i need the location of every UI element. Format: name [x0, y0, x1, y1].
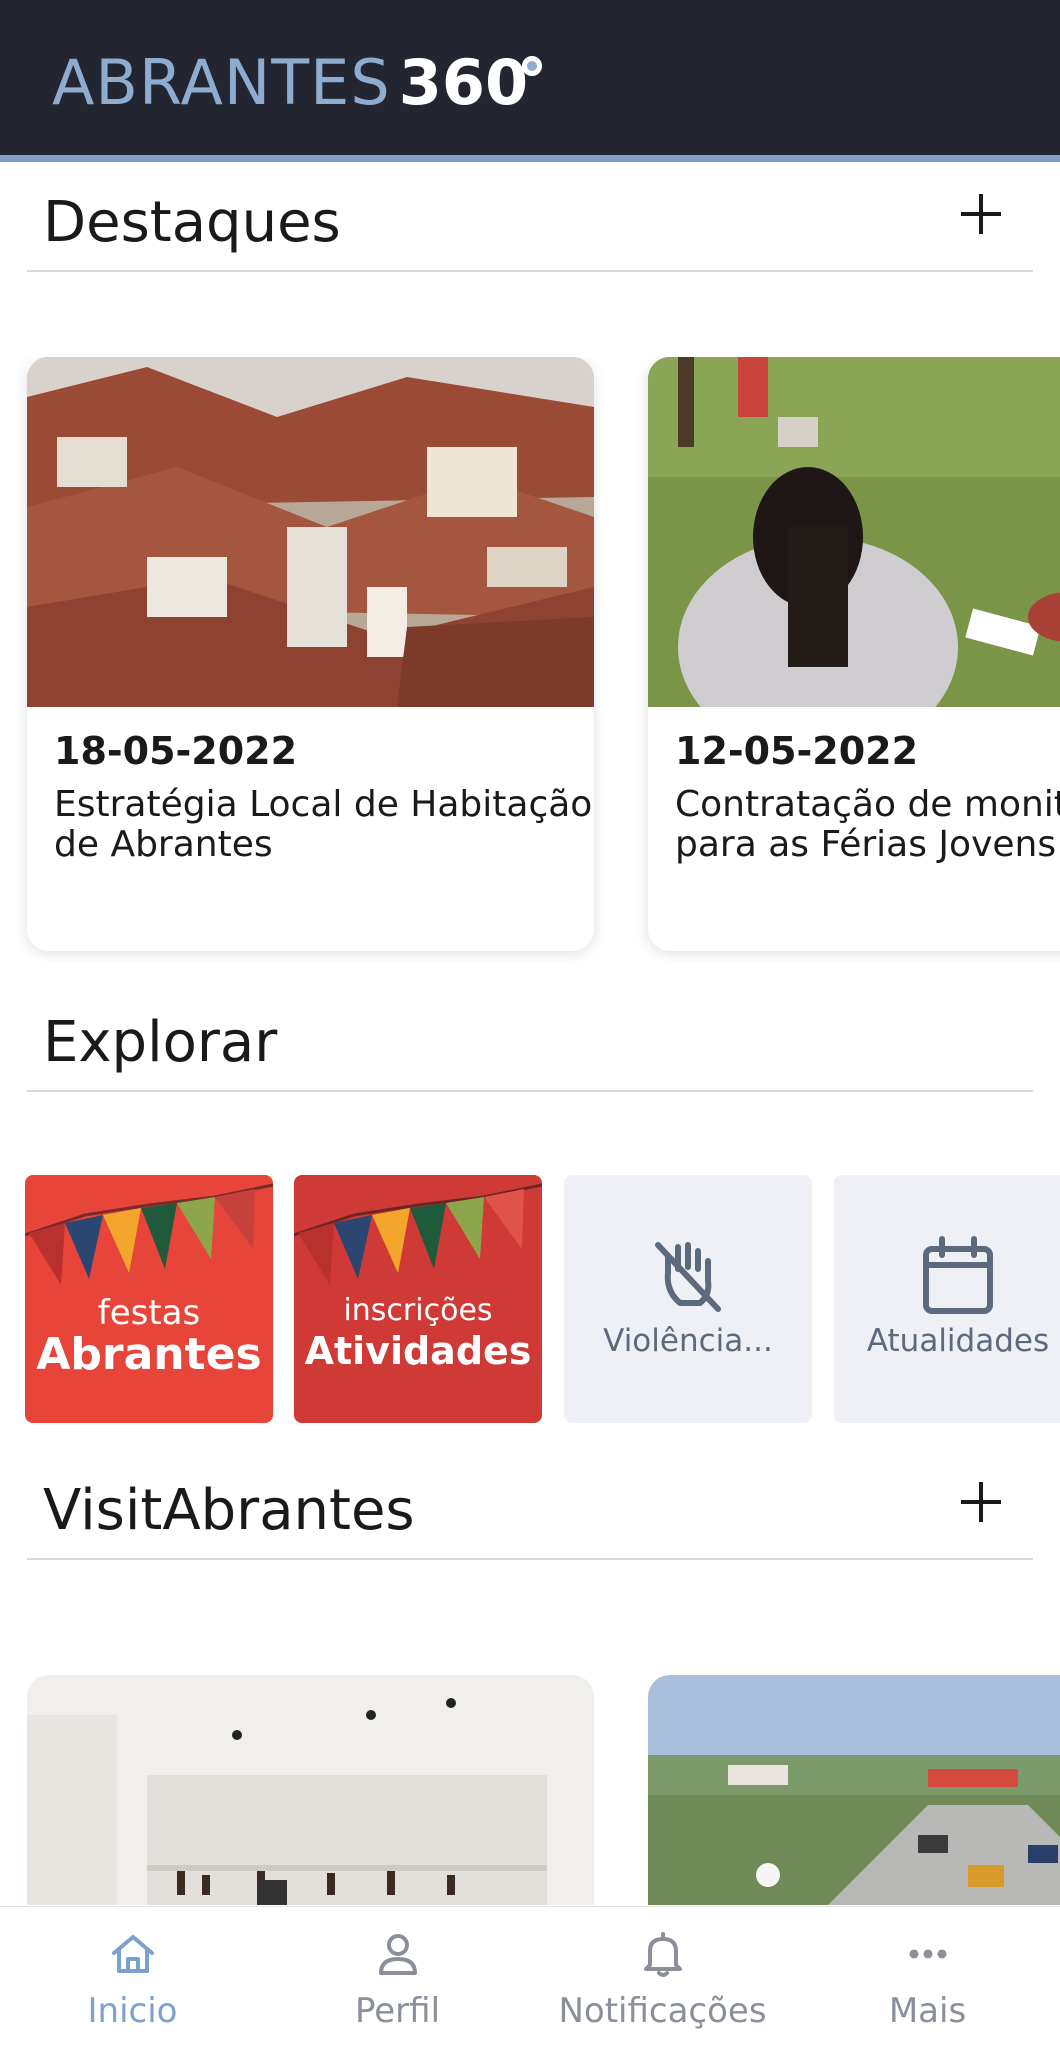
destaques-title: Destaques [43, 190, 341, 255]
tile-small-text: festas [97, 1293, 201, 1333]
user-icon [379, 1934, 417, 1975]
tile-inscricoes-atividades[interactable]: inscrições Atividades [294, 1175, 542, 1423]
tab-label: Notificações [558, 1991, 767, 2031]
news-card[interactable]: 12-05-2022 Contratação de monito para as… [648, 357, 1060, 951]
tab-label: Perfil [354, 1991, 441, 2031]
visit-carousel[interactable] [0, 1675, 1060, 1906]
explorar-title: Explorar [43, 1010, 278, 1075]
tab-perfil[interactable]: Perfil [265, 1907, 530, 2048]
tab-label: Inicio [87, 1991, 178, 2031]
explorar-header: Explorar [27, 996, 1033, 1092]
visit-card[interactable] [648, 1675, 1060, 1905]
destaques-header: Destaques [27, 176, 1033, 272]
visit-image-shop [27, 1675, 594, 1905]
calendar-icon [923, 1236, 993, 1314]
logo-dot-icon [522, 56, 543, 76]
visit-title: VisitAbrantes [43, 1478, 415, 1543]
bottom-tab-bar: Inicio Perfil Notificações Mais [0, 1906, 1060, 2048]
news-image-students [648, 357, 1060, 707]
visit-header: VisitAbrantes [27, 1464, 1033, 1560]
more-icon [909, 1949, 947, 1959]
news-date: 18-05-2022 [54, 729, 298, 773]
visit-card[interactable] [27, 1675, 594, 1905]
visit-more-button[interactable] [951, 1472, 1011, 1532]
app-header: ABRANTES 360 [0, 0, 1060, 162]
home-icon [112, 1935, 154, 1973]
tile-label: Violência... [603, 1323, 773, 1359]
news-title: Estratégia Local de Habitação de Abrante… [54, 784, 593, 865]
visit-image-karting [648, 1675, 1060, 1905]
news-title: Contratação de monito para as Férias Jov… [675, 784, 1060, 865]
bunting-icon [25, 1183, 273, 1285]
hand-off-icon [655, 1242, 721, 1312]
tab-label: Mais [888, 1991, 967, 2031]
news-date: 12-05-2022 [675, 729, 919, 773]
destaques-more-button[interactable] [951, 184, 1011, 244]
logo-secondary-text: 360 [399, 48, 543, 118]
tile-label: Atualidades [866, 1323, 1050, 1359]
app-logo: ABRANTES 360 [52, 46, 543, 119]
tile-big-text: Abrantes [36, 1329, 262, 1380]
tile-violencia[interactable]: Violência... [564, 1175, 812, 1423]
tile-atualidades[interactable]: Atualidades [834, 1175, 1060, 1423]
tile-big-text: Atividades [304, 1329, 532, 1373]
tab-inicio[interactable]: Inicio [0, 1907, 265, 2048]
tab-notificacoes[interactable]: Notificações [530, 1907, 795, 2048]
tile-festas-abrantes[interactable]: festas Abrantes [25, 1175, 273, 1423]
news-card[interactable]: 18-05-2022 Estratégia Local de Habitação… [27, 357, 594, 951]
news-image-rooftops [27, 357, 594, 707]
bell-icon [644, 1932, 682, 1977]
logo-primary-text: ABRANTES [52, 46, 391, 119]
bunting-icon [294, 1183, 542, 1285]
tab-mais[interactable]: Mais [795, 1907, 1060, 2048]
destaques-carousel[interactable]: 18-05-2022 Estratégia Local de Habitação… [0, 357, 1060, 961]
tile-small-text: inscrições [343, 1293, 493, 1328]
